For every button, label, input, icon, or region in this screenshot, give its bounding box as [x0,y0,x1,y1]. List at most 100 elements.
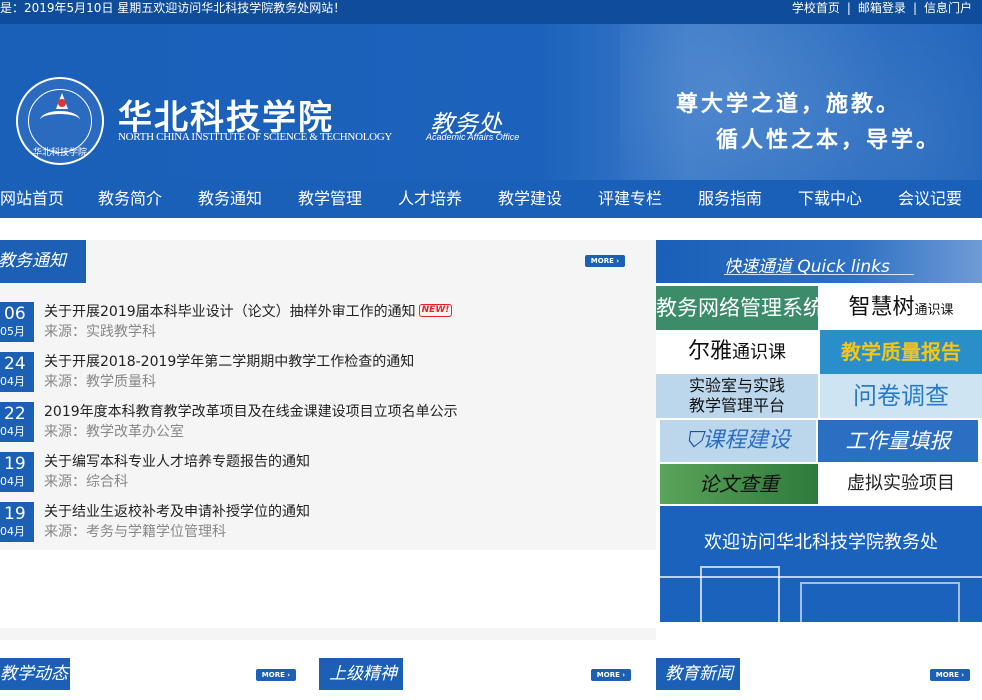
notice-tab[interactable]: 教务通知 [0,240,86,283]
nav-home[interactable]: 网站首页 [0,180,64,218]
news-title[interactable]: 关于编写本科专业人才培养专题报告的通知 [44,452,310,472]
news-day: 19 [4,454,26,474]
quick-link-label: 实验室与实践 [688,376,785,395]
section-tab-teaching-news[interactable]: 教学动态 [0,658,70,690]
nav-teaching-management[interactable]: 教学管理 [290,180,370,218]
quick-link-label: 课程建设 [702,428,791,453]
seal-text: 华北科技学院 [32,148,87,158]
motto-line-1: 尊大学之道，施教。 [676,91,902,117]
building-illustration [800,582,960,622]
news-date: 06 05月 [0,302,34,342]
news-date: 19 04月 [0,502,34,542]
news-item[interactable]: 22 04月 2019年度本科教育教学改革项目及在线金课建设项目立项名单公示 来… [0,402,640,444]
school-home-link[interactable]: 学校首页 [792,0,840,16]
header-banner: 华北科技学院 华北科技学院 NORTH CHINA INSTITUTE OF S… [0,24,982,180]
welcome-card[interactable]: 欢迎访问华北科技学院教务处 [660,506,982,622]
more-label: MORE [935,671,959,679]
main-nav: 网站首页 教务简介 教务通知 教学管理 人才培养 教学建设 评建专栏 服务指南 … [0,180,982,218]
quick-link-lab-platform[interactable]: 实验室与实践 教学管理平台 [656,374,818,418]
nav-service-guide[interactable]: 服务指南 [690,180,770,218]
nav-downloads[interactable]: 下载中心 [790,180,870,218]
superior-policy-more-button[interactable]: MORE › [591,669,631,681]
news-day: 06 [4,304,26,324]
quick-link-label: 问卷调查 [853,382,949,410]
news-month: 05月 [0,325,25,338]
quick-link-course-construction[interactable]: ⛉课程建设 [660,420,816,462]
news-month: 04月 [0,525,25,538]
school-seal-logo[interactable]: 华北科技学院 [16,77,104,165]
news-month: 04月 [0,375,25,388]
news-title-text: 关于开展2019届本科毕业设计（论文）抽样外审工作的通知 [44,304,416,320]
news-date: 22 04月 [0,402,34,442]
news-item[interactable]: 06 05月 关于开展2019届本科毕业设计（论文）抽样外审工作的通知 NEW! … [0,302,640,344]
news-title[interactable]: 2019年度本科教育教学改革项目及在线金课建设项目立项名单公示 [44,402,458,422]
more-label: MORE [261,671,285,679]
quick-link-label-2: 教学管理平台 [688,396,785,415]
section-tab-label: 教育新闻 [665,664,733,684]
quick-link-workload[interactable]: 工作量填报 [818,420,978,462]
separator: | [846,1,851,15]
nav-evaluation[interactable]: 评建专栏 [590,180,670,218]
new-badge: NEW! [418,304,453,317]
quick-link-erya[interactable]: 尔雅通识课 [656,330,818,374]
news-source: 来源：教学质量科 [44,374,156,390]
education-news-more-button[interactable]: MORE › [930,669,970,681]
office-name-en: Academic Affairs Office [426,132,520,142]
nav-talent-cultivation[interactable]: 人才培养 [390,180,470,218]
school-name-en: NORTH CHINA INSTITUTE OF SCIENCE & TECHN… [118,131,393,143]
notice-tab-label: 教务通知 [0,251,66,271]
teaching-news-more-button[interactable]: MORE › [256,669,296,681]
news-day: 24 [4,354,26,374]
welcome-message: 是：2019年5月10日 星期五欢迎访问华北科技学院教务处网站！ [0,1,346,15]
motto: 尊大学之道，施教。 循人性之本，导学。 [676,86,941,158]
section-tab-label: 上级精神 [329,664,397,684]
quick-link-zhihuishu[interactable]: 智慧树通识课 [820,286,982,330]
quick-link-label: 工作量填报 [845,429,951,453]
news-item[interactable]: 19 04月 关于编写本科专业人才培养专题报告的通知 来源：综合科 [0,452,640,494]
quick-link-label: 教务网络管理系统 [656,296,818,320]
section-tab-superior-policy[interactable]: 上级精神 [319,658,403,690]
separator: | [912,1,917,15]
quick-link-academic-system[interactable]: 教务网络管理系统 [656,286,818,330]
quick-link-quality-report[interactable]: 教学质量报告 [820,330,982,374]
notice-panel: 教务通知 MORE › 06 05月 关于开展2019届本科毕业设计（论文）抽样… [0,240,656,550]
news-month: 04月 [0,475,25,488]
news-title[interactable]: 关于开展2019届本科毕业设计（论文）抽样外审工作的通知 NEW! [44,302,453,322]
news-title[interactable]: 关于结业生返校补考及申请补授学位的通知 [44,502,310,522]
more-label: MORE [596,671,620,679]
quick-link-virtual-lab[interactable]: 虚拟实验项目 [820,464,982,504]
news-item[interactable]: 19 04月 关于结业生返校补考及申请补授学位的通知 来源：考务与学籍学位管理科 [0,502,640,544]
news-title[interactable]: 关于开展2018-2019学年第二学期期中教学工作检查的通知 [44,352,414,372]
top-links: 学校首页 | 邮箱登录 | 信息门户 [792,0,972,16]
more-label: MORE [590,257,614,265]
nav-intro[interactable]: 教务简介 [90,180,170,218]
news-date: 19 04月 [0,452,34,492]
welcome-card-text: 欢迎访问华北科技学院教务处 [704,532,938,553]
quick-link-plagiarism-check[interactable]: 论文查重 [660,464,818,504]
nav-teaching-construction[interactable]: 教学建设 [490,180,570,218]
quick-link-label: 智慧树 [848,295,915,320]
nav-meeting-notes[interactable]: 会议记要 [890,180,970,218]
info-portal-link[interactable]: 信息门户 [924,0,972,16]
quick-link-sub-label: 通识课 [732,342,786,363]
section-tab-education-news[interactable]: 教育新闻 [656,658,740,690]
notice-more-button[interactable]: MORE › [585,255,625,267]
news-source: 来源：综合科 [44,474,128,490]
quick-link-sub-label: 通识课 [914,303,954,318]
news-day: 22 [4,404,26,424]
quick-link-label: 教学质量报告 [841,340,961,364]
news-source: 来源：实践教学科 [44,324,156,340]
quick-links-header: 快速通道 Quick links [656,240,982,283]
quick-link-label: 尔雅 [687,339,732,364]
nav-notices[interactable]: 教务通知 [190,180,270,218]
news-month: 04月 [0,425,25,438]
news-item[interactable]: 24 04月 关于开展2018-2019学年第二学期期中教学工作检查的通知 来源… [0,352,640,394]
quick-link-label: 虚拟实验项目 [847,473,955,494]
email-login-link[interactable]: 邮箱登录 [858,0,906,16]
quick-link-survey[interactable]: 问卷调查 [820,374,982,418]
quick-link-label: 论文查重 [699,472,779,496]
section-tab-label: 教学动态 [0,664,68,684]
divider-strip [0,628,656,640]
news-date: 24 04月 [0,352,34,392]
news-source: 来源：教学改革办公室 [44,424,184,440]
